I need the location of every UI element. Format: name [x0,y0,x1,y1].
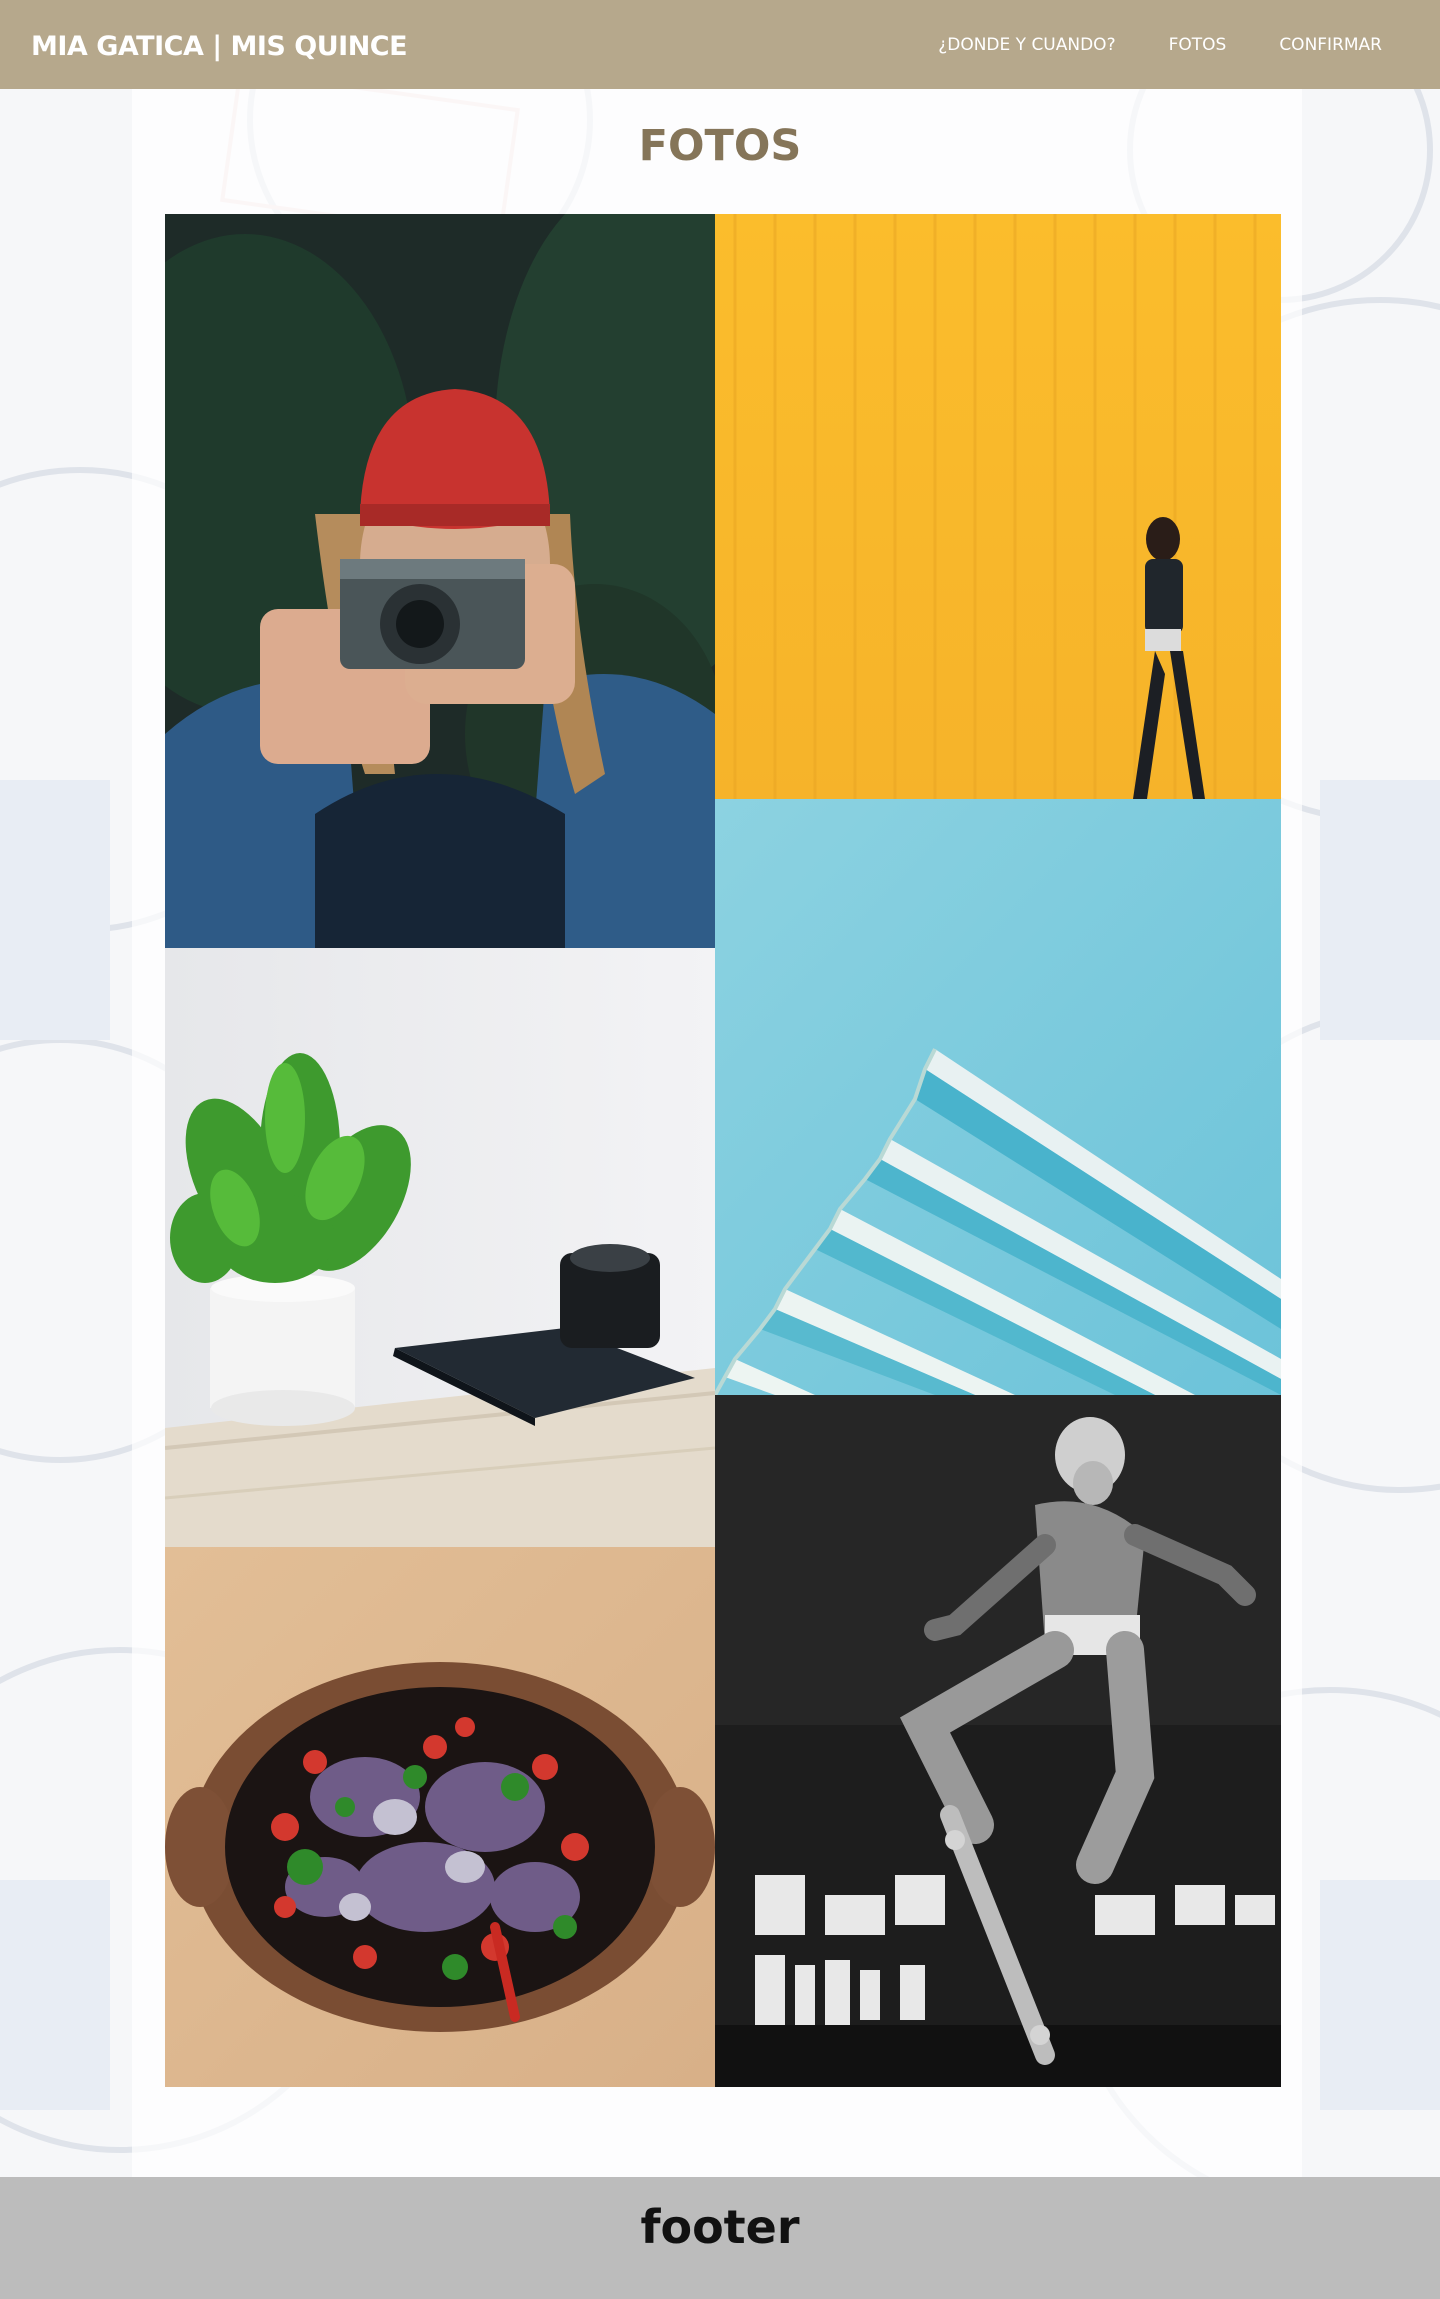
nav-link-fotos[interactable]: FOTOS [1169,34,1227,56]
photo-woman-with-camera[interactable] [165,214,715,948]
footer: footer [0,2177,1440,2299]
nav-menu: ¿DONDE Y CUANDO? FOTOS CONFIRMAR [885,34,1382,56]
photo-modern-building-blue-sky[interactable] [715,799,1281,1395]
footer-text: footer [640,2200,800,2254]
navbar: MIA GATICA | MIS QUINCE ¿DONDE Y CUANDO?… [0,0,1440,89]
nav-link-donde-y-cuando[interactable]: ¿DONDE Y CUANDO? [938,34,1115,56]
photo-salad-bowl[interactable] [165,1547,715,2087]
nav-link-confirmar[interactable]: CONFIRMAR [1279,34,1382,56]
photo-plant-book-camera[interactable] [165,948,715,1547]
photo-skateboarder-bw[interactable] [715,1395,1281,2087]
photo-person-walking-yellow-wall[interactable] [715,214,1281,799]
brand-title[interactable]: MIA GATICA | MIS QUINCE [31,31,408,63]
page-title: FOTOS [638,121,802,171]
